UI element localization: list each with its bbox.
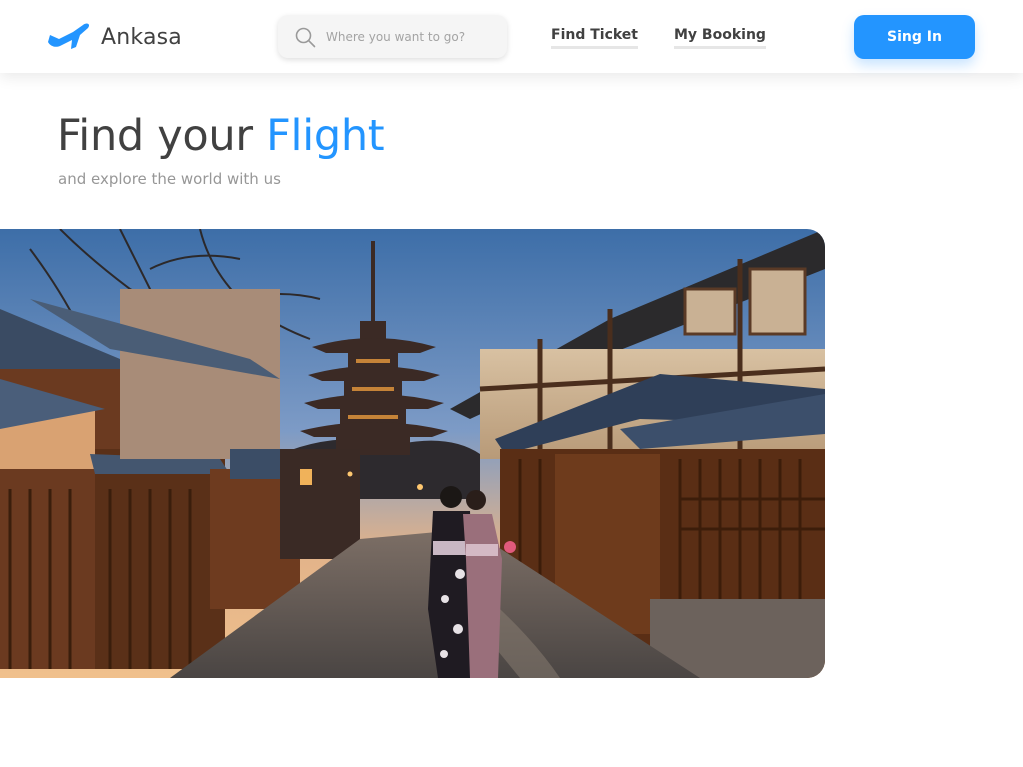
sign-in-button[interactable]: Sing In [854,15,975,59]
search-bar[interactable] [278,15,507,58]
brand-name: Ankasa [101,24,182,50]
brand[interactable]: Ankasa [46,21,182,53]
hero-photo [0,229,825,678]
nav-my-booking[interactable]: My Booking [674,27,766,49]
hero-title-main: Find your [57,111,267,161]
search-icon [295,27,316,47]
hero-image [0,229,825,678]
hero-subtitle: and explore the world with us [58,170,281,188]
hero-title-accent: Flight [266,111,385,161]
navbar: Ankasa Find Ticket My Booking Sing In [0,0,1023,73]
airplane-icon [48,23,90,49]
search-input[interactable] [326,24,496,49]
nav-find-ticket[interactable]: Find Ticket [551,27,638,49]
hero-title: Find your Flight [57,110,385,162]
